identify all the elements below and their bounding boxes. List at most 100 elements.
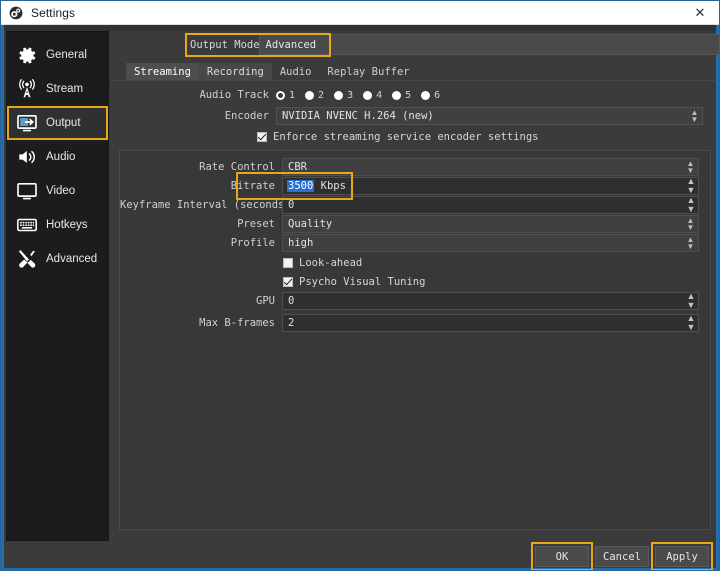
profile-label: Profile [230,237,275,249]
profile-value: high [288,237,314,249]
rate-control-select[interactable]: CBR ▲ ▼ [282,158,699,176]
psycho-visual-tuning-row[interactable]: Psycho Visual Tuning [120,274,710,289]
output-mode-value: Advanced [265,39,317,51]
chevron-updown-icon[interactable]: ▲ ▼ [685,159,696,175]
spinner-updown-icon[interactable]: ▲ ▼ [685,177,697,195]
sidebar-item-label: Audio [46,151,76,163]
tabs-divider [111,80,715,81]
checkbox-unchecked-icon[interactable] [283,257,293,268]
enforce-encoder-settings-label: Enforce streaming service encoder settin… [273,131,539,143]
rate-control-label: Rate Control [199,161,275,173]
rate-control-value: CBR [288,161,307,173]
sidebar-item-label: Stream [46,83,84,95]
keyframe-interval-row: Keyframe Interval (seconds, 0=auto) 0 ▲ ▼ [120,196,710,214]
chevron-updown-icon[interactable]: ▲ ▼ [689,108,700,124]
gpu-input[interactable]: 0 ▲ ▼ [282,292,699,310]
audio-track-option-6[interactable]: 6 [421,90,440,101]
profile-select[interactable]: high ▲ ▼ [282,234,699,252]
sidebar-item-video[interactable]: Video [7,174,108,208]
checkbox-checked-icon[interactable] [257,132,267,142]
title-bar: Settings ✕ [1,1,719,25]
checkbox-checked-icon[interactable] [283,276,293,287]
audio-track-option-2[interactable]: 2 [305,90,324,101]
window-right-edge [716,25,719,570]
gpu-row: GPU 0 ▲ ▼ [120,292,710,310]
look-ahead-row[interactable]: Look-ahead [120,255,710,270]
tab-audio[interactable]: Audio [272,63,320,80]
sidebar-item-output[interactable]: Output [7,106,108,140]
audio-track-label: Audio Track [199,89,269,101]
window-title: Settings [31,5,76,20]
sidebar-item-hotkeys[interactable]: Hotkeys [7,208,108,242]
sidebar-item-label: General [46,49,87,61]
preset-select[interactable]: Quality ▲ ▼ [282,215,699,233]
tools-icon [15,247,39,271]
output-icon [15,111,39,135]
preset-label: Preset [237,218,275,230]
keyboard-icon [15,213,39,237]
spinner-updown-icon[interactable]: ▲ ▼ [685,292,697,310]
sidebar-item-audio[interactable]: Audio [7,140,108,174]
audio-track-option-5[interactable]: 5 [392,90,411,101]
chevron-updown-icon[interactable]: ▲ ▼ [685,216,696,232]
encoder-row: Encoder NVIDIA NVENC H.264 (new) ▲ ▼ [111,107,715,125]
obs-logo-icon [9,6,23,20]
radio-label: 6 [434,89,441,101]
cancel-button[interactable]: Cancel [595,546,649,567]
gpu-value: 0 [288,295,295,307]
audio-track-option-3[interactable]: 3 [334,90,353,101]
radio-icon [421,90,431,100]
radio-label: 5 [405,89,412,101]
tab-replay-buffer[interactable]: Replay Buffer [319,63,417,80]
preset-row: Preset Quality ▲ ▼ [120,215,710,233]
bitrate-row: Bitrate 3500 Kbps ▲ ▼ [120,177,710,195]
gear-icon [15,43,39,67]
speaker-icon [15,145,39,169]
settings-sidebar: General Stream Output Audio Video Hotkey… [6,31,109,541]
psycho-visual-tuning-label: Psycho Visual Tuning [299,275,426,288]
apply-button[interactable]: Apply [651,542,713,570]
bitrate-unit: Kbps [320,180,346,192]
radio-label: 3 [347,89,354,101]
audio-track-row: Audio Track 1 2 3 4 5 6 [111,87,715,103]
output-mode-row: x ▲▼ Output Mode Advanced [185,33,719,57]
gpu-label: GPU [256,295,275,307]
sidebar-item-general[interactable]: General [7,38,108,72]
chevron-updown-icon[interactable]: ▲ ▼ [685,235,696,251]
bitrate-input[interactable]: 3500 Kbps ▲ ▼ [282,177,699,195]
output-mode-highlight[interactable]: Output Mode Advanced [185,33,331,57]
keyframe-interval-value: 0 [288,199,295,211]
look-ahead-label: Look-ahead [299,256,363,269]
tab-recording[interactable]: Recording [198,63,272,80]
ok-button[interactable]: OK [531,542,593,570]
keyframe-interval-input[interactable]: 0 ▲ ▼ [282,196,699,214]
tab-streaming[interactable]: Streaming [126,63,199,80]
rate-control-row: Rate Control CBR ▲ ▼ [120,158,710,176]
close-icon[interactable]: ✕ [679,1,719,24]
encoder-select[interactable]: NVIDIA NVENC H.264 (new) ▲ ▼ [276,107,703,125]
settings-tabs: Streaming Recording Audio Replay Buffer [126,63,418,80]
sidebar-item-label: Hotkeys [46,219,88,231]
sidebar-item-label: Video [46,185,76,197]
audio-track-option-4[interactable]: 4 [363,90,382,101]
output-mode-label: Output Mode [190,39,260,51]
radio-selected-icon [276,90,285,100]
settings-content: x ▲▼ Output Mode Advanced Streaming Reco… [111,31,719,541]
encoder-label: Encoder [224,110,269,122]
radio-label: 1 [289,89,296,101]
audio-track-option-1[interactable]: 1 [276,90,295,101]
max-b-frames-input[interactable]: 2 ▲ ▼ [282,314,699,332]
radio-icon [392,90,402,100]
audio-track-radios: 1 2 3 4 5 6 [276,90,450,101]
spinner-updown-icon[interactable]: ▲ ▼ [685,196,697,214]
spinner-updown-icon[interactable]: ▲ ▼ [685,314,697,332]
broadcast-icon [15,77,39,101]
dialog-footer: OK Cancel Apply [111,542,715,570]
bitrate-label: Bitrate [230,180,275,192]
sidebar-item-advanced[interactable]: Advanced [7,242,108,276]
enforce-encoder-settings-row[interactable]: Enforce streaming service encoder settin… [111,129,715,145]
bitrate-value: 3500 [287,180,315,192]
monitor-icon [15,179,39,203]
sidebar-item-stream[interactable]: Stream [7,72,108,106]
radio-icon [305,90,315,100]
